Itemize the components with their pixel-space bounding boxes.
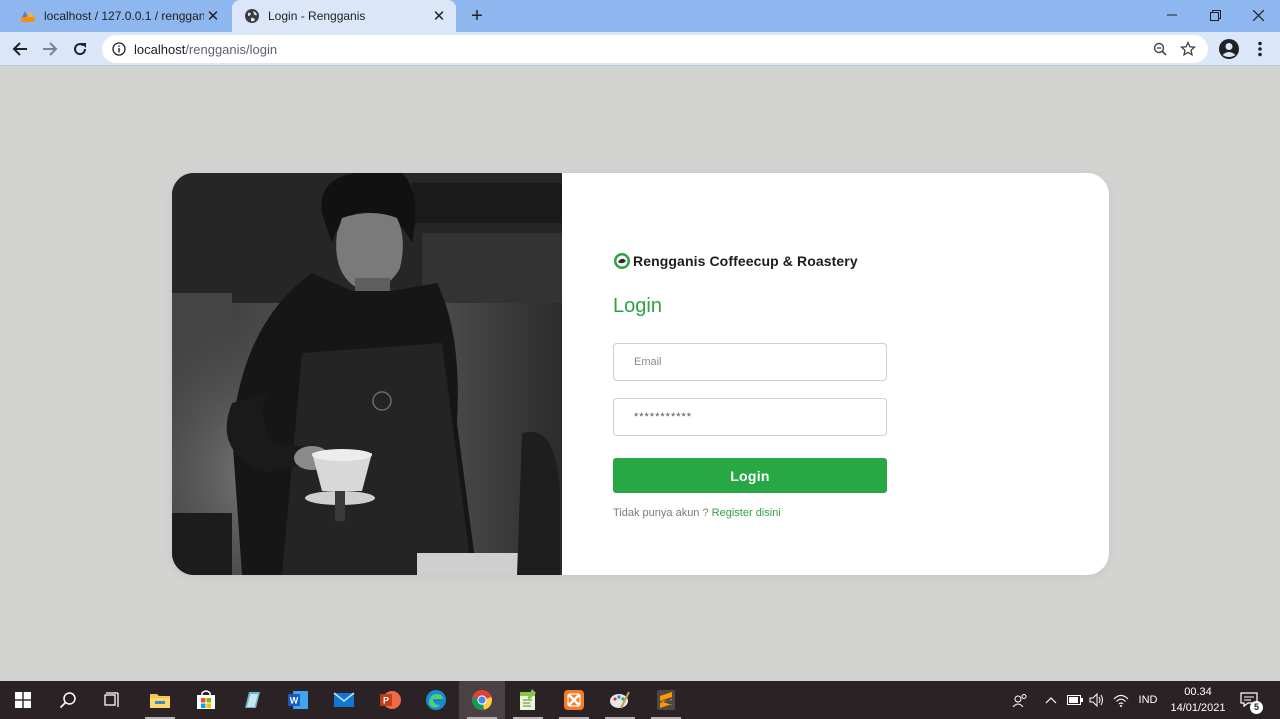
sublime-icon [657, 690, 675, 710]
register-prompt: Tidak punya akun ? Register disini [613, 507, 781, 519]
url-text[interactable]: localhost/rengganis/login [134, 42, 1146, 57]
battery-icon [1067, 695, 1083, 705]
tab-close-icon[interactable]: ✕ [204, 7, 222, 25]
windows-taskbar: W P IND 00.34 14/01/2021 5 [0, 681, 1280, 719]
powerpoint-icon: P [380, 691, 401, 709]
start-icon [15, 692, 31, 708]
star-icon [1180, 41, 1196, 57]
xampp-icon [564, 690, 584, 710]
address-bar[interactable]: localhost/rengganis/login [102, 35, 1208, 63]
reload-button[interactable] [68, 37, 92, 61]
url-path: /rengganis/login [185, 41, 278, 57]
tab-close-icon[interactable]: ✕ [430, 7, 448, 25]
chrome-icon [472, 690, 492, 710]
mail-icon [333, 692, 355, 707]
action-center-button[interactable]: 5 [1238, 681, 1264, 719]
tab-title: Login - Rengganis [268, 9, 366, 23]
close-window-button[interactable] [1236, 0, 1280, 30]
browser-toolbar: localhost/rengganis/login [0, 32, 1280, 66]
tray-overflow[interactable] [1043, 681, 1059, 719]
forward-button[interactable] [38, 37, 62, 61]
arrow-left-icon [12, 42, 27, 56]
file-explorer-icon [150, 694, 170, 708]
task-view-button[interactable] [90, 681, 136, 719]
taskbar-file-explorer[interactable] [137, 681, 183, 719]
volume-icon [1089, 693, 1103, 707]
wifi-icon [1113, 694, 1129, 707]
phpmyadmin-icon [21, 11, 35, 22]
notification-count-badge: 5 [1250, 701, 1263, 714]
brand: Rengganis Coffeecup & Roastery [613, 251, 858, 271]
register-link[interactable]: Register disini [712, 507, 781, 519]
login-card: Rengganis Coffeecup & Roastery Login Log… [172, 173, 1109, 575]
register-prompt-text: Tidak punya akun ? [613, 507, 709, 519]
zoom-out-icon [1153, 42, 1167, 56]
word-icon: W [288, 691, 308, 709]
email-field[interactable] [613, 343, 887, 381]
minimize-button[interactable] [1150, 0, 1194, 30]
tray-people[interactable] [1010, 681, 1030, 719]
taskbar-edge[interactable] [413, 681, 459, 719]
taskbar-paint[interactable] [597, 681, 643, 719]
tray-wifi[interactable] [1111, 681, 1131, 719]
bookmark-button[interactable] [1174, 35, 1202, 63]
task-view-icon [104, 692, 119, 707]
restore-icon [1209, 9, 1221, 21]
more-vert-icon [1258, 41, 1262, 57]
taskbar-notes[interactable] [229, 681, 275, 719]
tab-title: localhost / 127.0.0.1 / rengganis [44, 9, 204, 23]
tray-language[interactable]: IND [1136, 681, 1160, 719]
notes-icon [245, 692, 260, 708]
password-field[interactable] [613, 398, 887, 436]
restore-button[interactable] [1193, 0, 1237, 30]
brand-logo-icon [614, 253, 630, 269]
edge-icon [426, 690, 446, 710]
taskbar-chrome[interactable] [459, 681, 505, 719]
login-button[interactable]: Login [613, 458, 887, 493]
info-icon[interactable] [112, 42, 126, 56]
clock-time: 00.34 [1184, 686, 1212, 698]
taskbar-notepad-plus[interactable] [505, 681, 551, 719]
barista-photo [172, 173, 562, 575]
new-tab-button[interactable]: + [466, 5, 488, 27]
taskbar-mail[interactable] [321, 681, 367, 719]
tab-strip: localhost / 127.0.0.1 / rengganis ✕ Logi… [0, 0, 1280, 32]
taskbar-powerpoint[interactable]: P [367, 681, 413, 719]
zoom-button[interactable] [1146, 35, 1174, 63]
start-button[interactable] [0, 681, 46, 719]
clock-date: 14/01/2021 [1170, 702, 1226, 714]
login-heading: Login [613, 295, 662, 317]
people-icon [1012, 694, 1027, 707]
url-host: localhost [134, 41, 186, 57]
store-icon [197, 690, 215, 709]
arrow-right-icon [43, 42, 58, 56]
back-button[interactable] [8, 37, 32, 61]
brand-name: Rengganis Coffeecup & Roastery [633, 253, 858, 269]
minimize-icon [1167, 14, 1177, 16]
profile-button[interactable] [1217, 37, 1241, 61]
svg-text:P: P [383, 696, 389, 706]
chevron-up-icon [1045, 697, 1057, 704]
taskbar-store[interactable] [183, 681, 229, 719]
tray-battery[interactable] [1066, 681, 1084, 719]
tab-phpmyadmin[interactable]: localhost / 127.0.0.1 / rengganis ✕ [8, 0, 230, 32]
taskbar-xampp[interactable] [551, 681, 597, 719]
barista-illustration [172, 173, 562, 575]
globe-icon [245, 9, 259, 23]
menu-button[interactable] [1248, 37, 1272, 61]
taskbar-sublime[interactable] [643, 681, 689, 719]
close-icon [1252, 9, 1264, 21]
login-form: Rengganis Coffeecup & Roastery Login Log… [613, 173, 913, 575]
account-icon [1219, 39, 1239, 59]
notepad-plus-icon [520, 689, 536, 710]
reload-icon [74, 43, 87, 56]
taskbar-word[interactable]: W [275, 681, 321, 719]
tray-clock[interactable]: 00.34 14/01/2021 [1166, 684, 1230, 716]
search-button[interactable] [45, 681, 91, 719]
tray-volume[interactable] [1088, 681, 1106, 719]
tab-login[interactable]: Login - Rengganis ✕ [232, 0, 456, 32]
paint-icon [610, 691, 630, 709]
search-icon [59, 692, 76, 709]
svg-text:W: W [290, 696, 299, 706]
